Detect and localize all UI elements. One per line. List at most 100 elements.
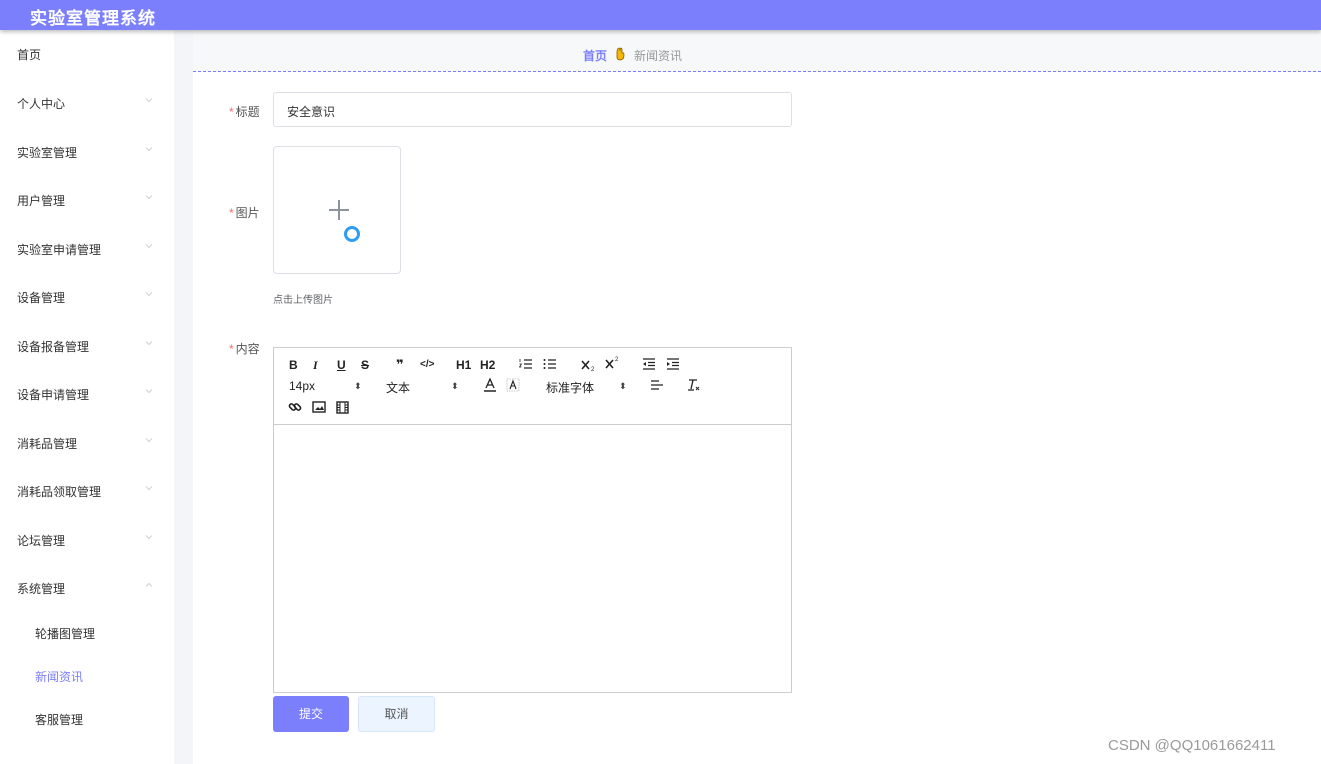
header-1-button[interactable]: H1	[456, 358, 471, 372]
rich-text-editor: B I U S ❞ </> H1 H2 2 2 14px ⬍ 文本 ⬍ 标准字体…	[273, 347, 792, 693]
indent-button[interactable]	[666, 358, 680, 370]
outdent-icon	[643, 358, 655, 370]
image-upload-box[interactable]	[273, 146, 401, 274]
font-family-select[interactable]: 标准字体	[546, 379, 594, 396]
sidebar-item-label: 个人中心	[17, 97, 66, 111]
blockquote-button[interactable]: ❞	[396, 357, 404, 373]
sidebar-item-label: 设备管理	[17, 291, 66, 305]
editor-toolbar: B I U S ❞ </> H1 H2 2 2 14px ⬍ 文本 ⬍ 标准字体…	[274, 348, 791, 425]
sidebar-item-label: 实验室管理	[17, 146, 78, 160]
sidebar-subitem-carousel[interactable]: 轮播图管理	[0, 615, 174, 651]
content-label: * 内容	[229, 342, 260, 356]
sidebar-item-users[interactable]: 用户管理	[0, 180, 174, 220]
upload-tip: 点击上传图片	[273, 295, 333, 306]
text-type-select[interactable]: 文本	[386, 379, 410, 396]
sidebar-item-consumables-claim[interactable]: 消耗品领取管理	[0, 471, 174, 511]
link-button[interactable]	[288, 400, 302, 414]
chevron-down-icon	[145, 147, 153, 152]
app-header: 实验室管理系统	[0, 0, 1321, 30]
sidebar-item-lab[interactable]: 实验室管理	[0, 132, 174, 172]
cursor-ring-icon	[344, 226, 360, 242]
subscript-icon: 2	[581, 360, 595, 372]
sidebar-item-equipment[interactable]: 设备管理	[0, 277, 174, 317]
bullet-list-icon	[543, 359, 556, 369]
background-color-button[interactable]	[506, 378, 520, 392]
chevron-down-icon	[145, 535, 153, 540]
sidebar-item-personal-center[interactable]: 个人中心	[0, 83, 174, 123]
sidebar-subitem-label: 新闻资讯	[35, 670, 84, 684]
submit-button[interactable]: 提交	[273, 696, 349, 732]
outdent-button[interactable]	[642, 358, 656, 370]
select-arrows-icon: ⬍	[451, 381, 459, 391]
sidebar-item-equipment-apply[interactable]: 设备申请管理	[0, 374, 174, 414]
editor-content-area[interactable]	[274, 425, 791, 692]
code-block-button[interactable]: </>	[420, 359, 434, 370]
chevron-down-icon	[145, 195, 153, 200]
image-icon	[312, 401, 326, 413]
background-color-icon	[506, 378, 520, 392]
superscript-icon: 2	[605, 357, 619, 369]
ordered-list-icon	[519, 359, 532, 369]
chevron-up-icon	[145, 582, 153, 587]
indent-icon	[667, 358, 679, 370]
sidebar-subitem-customer-service[interactable]: 客服管理	[0, 701, 174, 737]
chevron-down-icon	[145, 486, 153, 491]
chevron-down-icon	[145, 341, 153, 346]
breadcrumb-current: 新闻资讯	[634, 49, 683, 63]
underline-button[interactable]: U	[337, 358, 346, 372]
chevron-down-icon	[145, 244, 153, 249]
required-mark: *	[229, 105, 234, 119]
sidebar-item-label: 消耗品领取管理	[17, 485, 102, 499]
required-mark: *	[229, 206, 234, 220]
breadcrumb-home[interactable]: 首页	[583, 47, 607, 64]
sidebar-item-label: 实验室申请管理	[17, 243, 102, 257]
svg-text:2: 2	[591, 367, 595, 372]
title-label: * 标题	[229, 105, 260, 119]
app-title: 实验室管理系统	[30, 9, 156, 28]
align-button[interactable]	[650, 380, 664, 392]
sidebar-subitem-news[interactable]: 新闻资讯	[0, 658, 174, 694]
sidebar-subitem-label: 轮播图管理	[35, 627, 96, 641]
align-left-icon	[651, 380, 663, 390]
font-color-button[interactable]	[483, 378, 497, 392]
cancel-button[interactable]: 取消	[358, 696, 435, 732]
sidebar-subitem-label: 客服管理	[35, 713, 84, 727]
sidebar-item-home[interactable]: 首页	[0, 34, 174, 74]
required-mark: *	[229, 342, 234, 356]
sidebar-item-label: 设备报备管理	[17, 340, 90, 354]
sidebar-item-system[interactable]: 系统管理	[0, 568, 174, 608]
sidebar: 首页 个人中心 实验室管理 用户管理 实验室申请管理 设备管理 设备报备管理 设…	[0, 30, 174, 764]
title-input-value: 安全意识	[287, 105, 336, 119]
plus-icon	[338, 200, 340, 220]
sidebar-item-label: 设备申请管理	[17, 388, 90, 402]
title-input[interactable]: 安全意识	[273, 92, 792, 127]
image-label: * 图片	[229, 206, 260, 220]
svg-text:2: 2	[615, 357, 619, 363]
clear-format-button[interactable]	[687, 378, 701, 392]
select-arrows-icon: ⬍	[354, 381, 362, 391]
sidebar-item-label: 首页	[17, 48, 42, 62]
ordered-list-button[interactable]	[519, 358, 533, 370]
superscript-button[interactable]: 2	[605, 356, 621, 370]
subscript-button[interactable]: 2	[581, 358, 597, 372]
clear-format-icon	[688, 379, 700, 391]
chevron-down-icon	[145, 389, 153, 394]
image-button[interactable]	[312, 401, 326, 413]
sidebar-item-lab-apply[interactable]: 实验室申请管理	[0, 229, 174, 269]
chevron-down-icon	[145, 438, 153, 443]
bold-button[interactable]: B	[289, 358, 298, 372]
sidebar-item-consumables[interactable]: 消耗品管理	[0, 423, 174, 463]
watermark: CSDN @QQ1061662411	[1108, 737, 1276, 754]
header-2-button[interactable]: H2	[480, 358, 495, 372]
video-button[interactable]	[336, 401, 349, 414]
sidebar-item-label: 论坛管理	[17, 534, 66, 548]
select-arrows-icon: ⬍	[619, 381, 627, 391]
bullet-list-button[interactable]	[543, 358, 557, 370]
strike-button[interactable]: S	[361, 358, 369, 372]
hand-icon	[616, 47, 625, 61]
sidebar-item-label: 消耗品管理	[17, 437, 78, 451]
sidebar-item-equipment-report[interactable]: 设备报备管理	[0, 326, 174, 366]
italic-button[interactable]: I	[313, 358, 318, 373]
font-size-select[interactable]: 14px	[289, 379, 315, 393]
sidebar-item-forum[interactable]: 论坛管理	[0, 520, 174, 560]
